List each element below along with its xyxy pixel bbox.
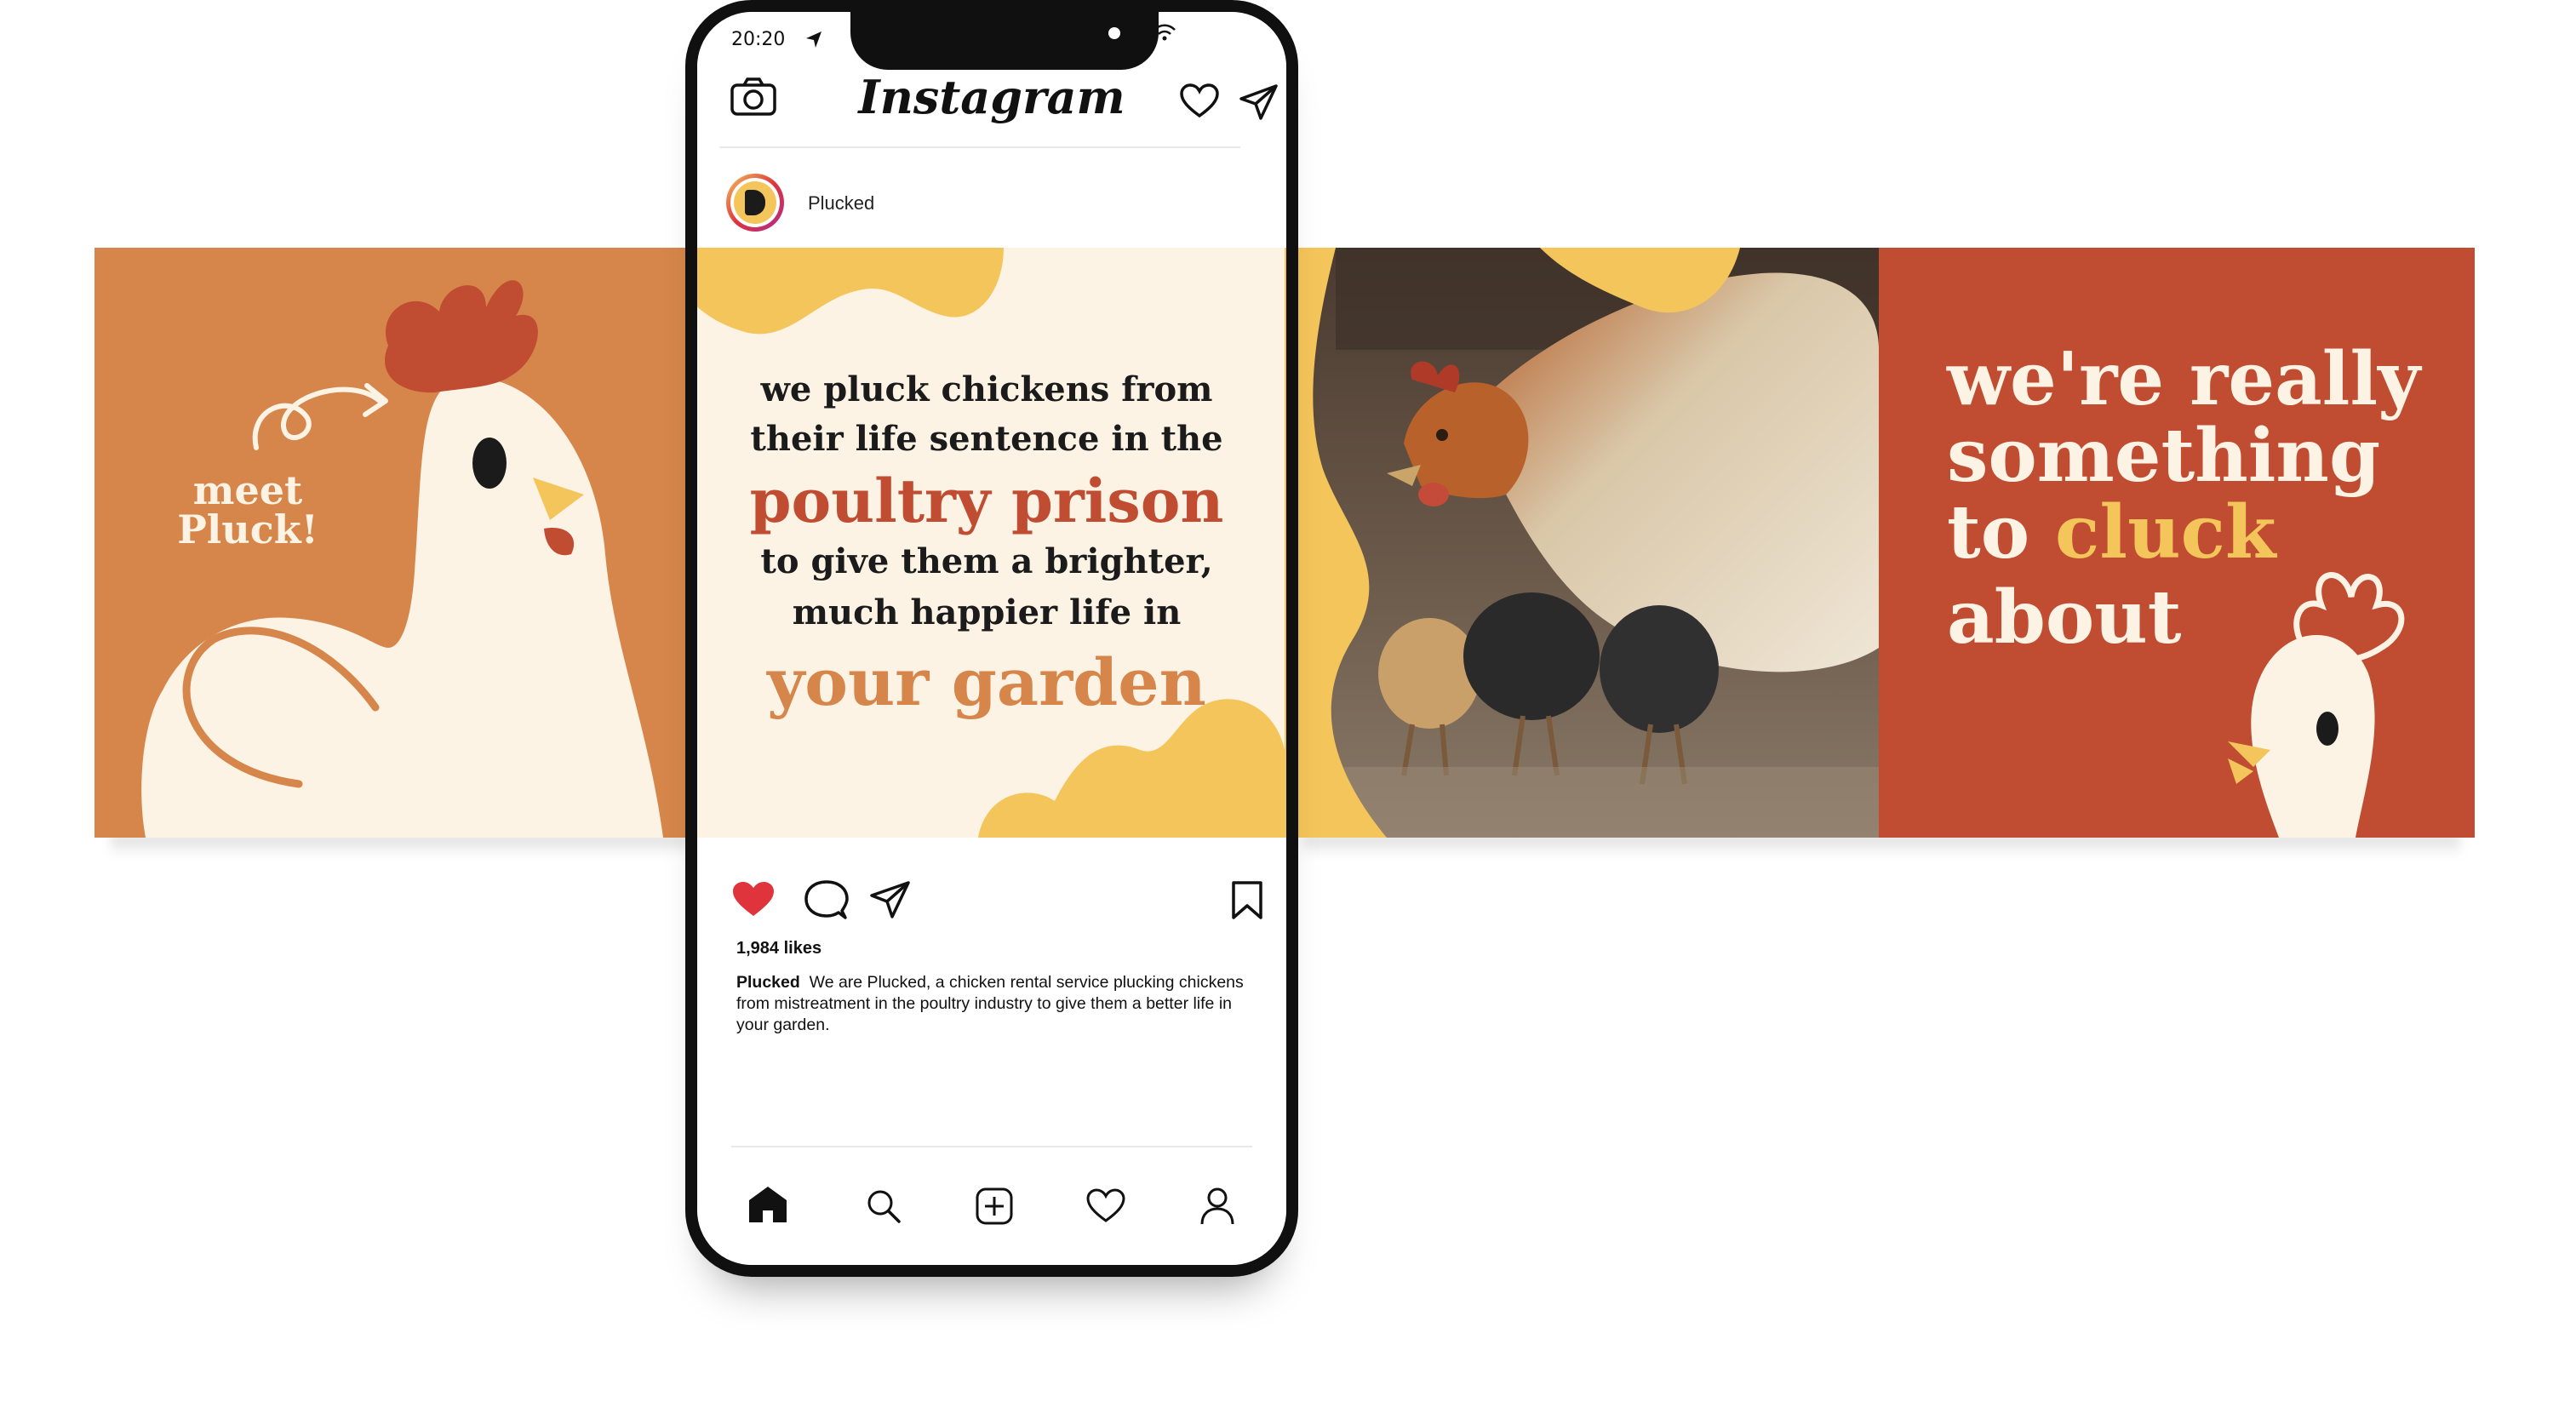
search-icon[interactable] [866, 1188, 902, 1224]
nav-divider [731, 1146, 1252, 1147]
post-author[interactable]: Plucked [808, 192, 874, 215]
phone-mockup: 20:20 Instagram Plucked 1,984 likes Pluc… [685, 0, 1298, 1277]
hen-photo [1313, 248, 1879, 838]
caption-author[interactable]: Plucked [736, 973, 800, 992]
home-icon[interactable] [747, 1185, 789, 1224]
chicken-peek-illustration [2228, 572, 2405, 838]
heart-icon[interactable] [1179, 83, 1220, 119]
comment-icon[interactable] [804, 880, 849, 921]
caption-text: We are Plucked, a chicken rental service… [736, 973, 1244, 1034]
likes-count[interactable]: 1,984 likes [736, 939, 821, 958]
share-icon[interactable] [869, 880, 912, 919]
avatar[interactable] [726, 174, 784, 232]
profile-icon[interactable] [1199, 1187, 1235, 1226]
plucked-logo-icon [745, 190, 765, 215]
add-post-icon[interactable] [975, 1187, 1014, 1226]
meet-line-2: Pluck! [177, 506, 318, 552]
meet-line-1: meet [192, 467, 303, 513]
heart-filled-icon[interactable] [731, 880, 776, 919]
meet-pluck-heading: meet Pluck! [146, 471, 350, 549]
carousel-slide-hen-photo [1285, 248, 1879, 838]
wifi-icon [1153, 24, 1176, 41]
activity-heart-icon[interactable] [1085, 1188, 1126, 1224]
location-arrow-icon [806, 31, 821, 48]
carousel-slide-cluck: we're really something to cluck about [1879, 248, 2475, 838]
header-divider [719, 146, 1240, 148]
post-caption: Plucked We are Plucked, a chicken rental… [736, 972, 1247, 1036]
phone-notch [850, 10, 1159, 70]
camera-dot [1108, 27, 1120, 39]
bookmark-icon[interactable] [1230, 880, 1264, 921]
status-time: 20:20 [731, 29, 786, 50]
send-icon[interactable] [1239, 83, 1279, 121]
carousel-slide-meet-pluck: meet Pluck! [94, 248, 689, 838]
